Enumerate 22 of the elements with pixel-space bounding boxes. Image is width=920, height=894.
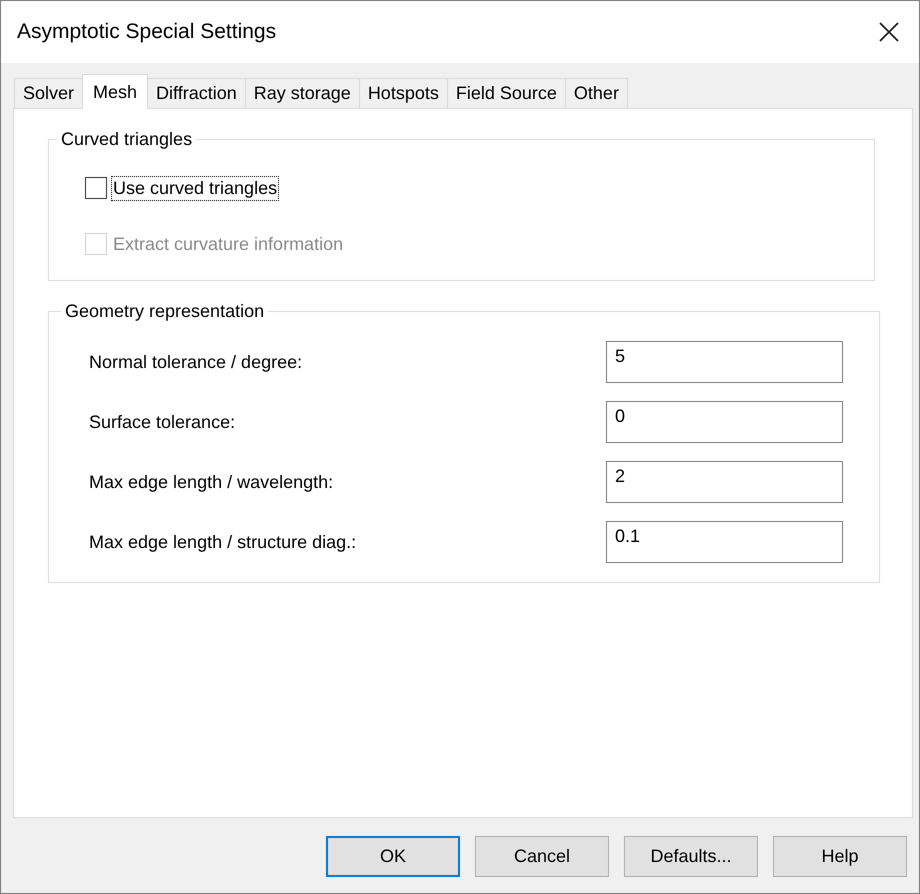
- checkbox-label: Use curved triangles: [111, 176, 280, 200]
- dialog-button[interactable]: Help: [773, 836, 907, 877]
- tab[interactable]: Solver: [14, 78, 84, 108]
- group-title: Geometry representation: [64, 301, 266, 322]
- window-title: Asymptotic Special Settings: [17, 20, 276, 44]
- field-label: Max edge length / structure diag.:: [89, 532, 356, 552]
- input-field[interactable]: 0: [606, 401, 843, 443]
- checkbox-label: Extract curvature information: [112, 232, 344, 256]
- tab[interactable]: Other: [564, 78, 628, 108]
- field-label: Surface tolerance:: [89, 412, 236, 432]
- input-field[interactable]: 5: [606, 341, 843, 383]
- field-label: Max edge length / wavelength:: [89, 472, 334, 492]
- group-title: Curved triangles: [60, 129, 194, 150]
- close-icon: [878, 21, 900, 43]
- input-field[interactable]: 2: [606, 461, 843, 503]
- dialog-button[interactable]: Cancel: [475, 836, 609, 877]
- dialog-button[interactable]: Defaults...: [624, 836, 758, 877]
- checkbox[interactable]: [85, 177, 107, 199]
- tab[interactable]: Mesh: [82, 74, 148, 109]
- input-field[interactable]: 0.1: [606, 521, 843, 563]
- field-label: Normal tolerance / degree:: [89, 352, 302, 372]
- dialog-button[interactable]: OK: [326, 836, 460, 877]
